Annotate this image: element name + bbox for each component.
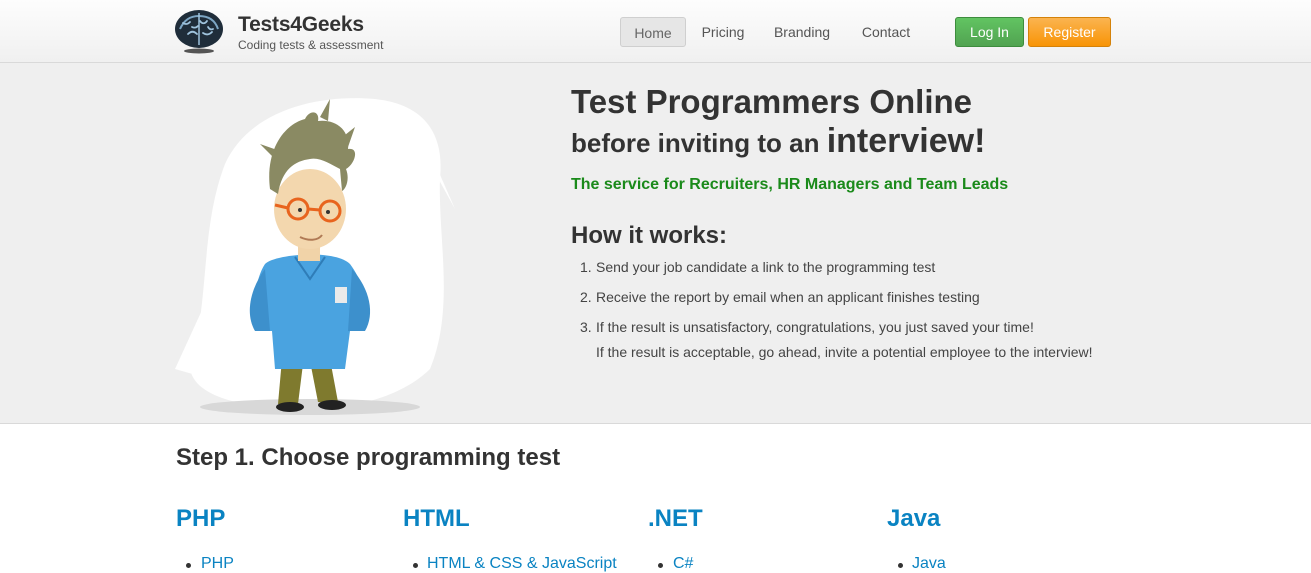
step-number: 2. [580, 289, 592, 305]
test-link-csharp[interactable]: C# [673, 555, 693, 573]
brand-tagline: Coding tests & assessment [238, 38, 384, 52]
how-it-works-title: How it works: [571, 222, 728, 249]
geek-character-illustration [175, 98, 455, 415]
list-bullet-icon [186, 563, 191, 568]
step1-title: Step 1. Choose programming test [176, 444, 561, 471]
test-link-html-css-js[interactable]: HTML & CSS & JavaScript [427, 555, 617, 573]
list-bullet-icon [413, 563, 418, 568]
hero-subtitle-prefix: before inviting to an [571, 128, 820, 158]
login-button[interactable]: Log In [955, 17, 1024, 47]
nav-home-link[interactable]: Home [620, 17, 686, 47]
step-item-1: 1. Send your job candidate a link to the… [571, 257, 1093, 277]
test-link-java[interactable]: Java [912, 555, 946, 573]
step-text: Send your job candidate a link to the pr… [596, 259, 936, 275]
step-item-3: 3. If the result is unsatisfactory, cong… [571, 317, 1093, 337]
test-link-php[interactable]: PHP [201, 555, 234, 573]
hero-title: Test Programmers Online [571, 83, 973, 120]
step-text: If the result is acceptable, go ahead, i… [596, 344, 1093, 360]
list-bullet-icon [898, 563, 903, 568]
brain-logo-icon[interactable] [172, 7, 226, 55]
how-it-works-steps: 1. Send your job candidate a link to the… [571, 257, 1093, 362]
register-button[interactable]: Register [1028, 17, 1111, 47]
category-title-dotnet[interactable]: .NET [648, 505, 703, 533]
category-title-php[interactable]: PHP [176, 505, 225, 533]
list-bullet-icon [658, 563, 663, 568]
step-text: If the result is unsatisfactory, congrat… [596, 319, 1034, 335]
step-number: 1. [580, 259, 592, 275]
step-item-3-continued: If the result is acceptable, go ahead, i… [571, 342, 1093, 362]
hero-section: Test Programmers Online before inviting … [0, 63, 1311, 424]
category-title-java[interactable]: Java [887, 505, 940, 533]
site-header: Tests4Geeks Coding tests & assessment Ho… [0, 0, 1311, 63]
hero-subtitle: before inviting to an interview! [571, 121, 985, 163]
hero-subtitle-emphasis: interview! [826, 122, 986, 160]
step-number: 3. [580, 319, 592, 335]
step-text: Receive the report by email when an appl… [596, 289, 980, 305]
category-title-html[interactable]: HTML [403, 505, 470, 533]
brand-name[interactable]: Tests4Geeks [238, 13, 364, 37]
nav-contact-link[interactable]: Contact [855, 17, 917, 47]
nav-pricing-link[interactable]: Pricing [695, 17, 751, 47]
nav-branding-link[interactable]: Branding [768, 17, 836, 47]
step-item-2: 2. Receive the report by email when an a… [571, 287, 1093, 307]
hero-tagline: The service for Recruiters, HR Managers … [571, 176, 1009, 193]
